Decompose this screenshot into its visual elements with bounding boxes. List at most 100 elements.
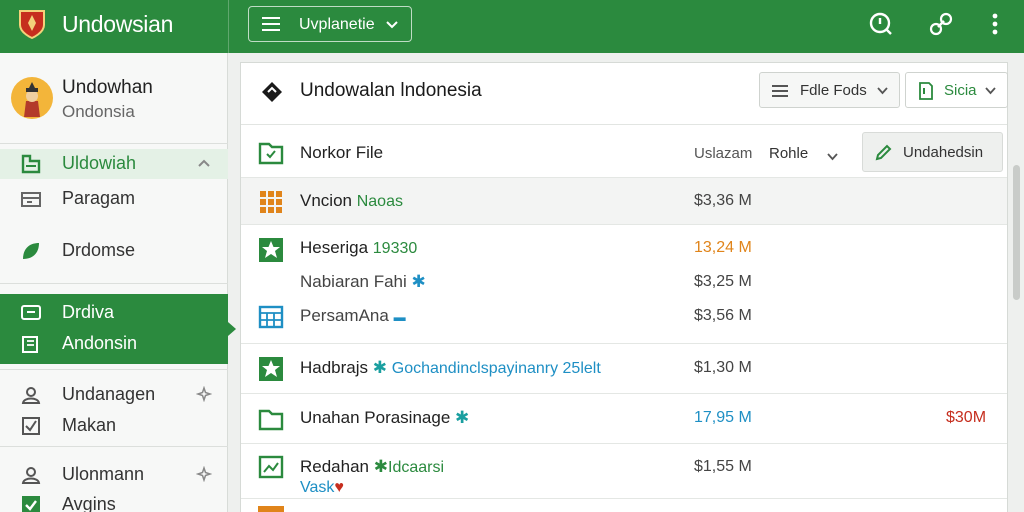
topbar-divider — [228, 0, 229, 53]
search-icon[interactable] — [868, 11, 894, 37]
sidebar-item-drdiva[interactable]: Drdiva — [0, 298, 228, 328]
more-options-icon[interactable] — [982, 11, 1008, 37]
panel-title: Undowalan lndonesia — [300, 80, 482, 101]
sidebar-divider — [0, 283, 228, 284]
sicia-label: Sicia — [944, 82, 977, 99]
chevron-down-icon — [877, 87, 888, 95]
row-size: $1,55 M — [694, 458, 752, 475]
panel-header: Undowalan lndonesia Fdle Fods Sicia — [241, 63, 1008, 125]
row-tag: Idcaarsi — [388, 459, 445, 476]
row-tag: 19330 — [372, 240, 418, 257]
top-bar: Undowsian Uvplanetie — [0, 0, 1024, 53]
sidebar-item-label: Drdiva — [62, 302, 115, 322]
chevron-right-icon — [198, 159, 210, 167]
view-dropdown[interactable]: Uvplanetie — [248, 6, 412, 42]
row-name-text: Hadbrajs — [300, 358, 369, 377]
app-name: Undowsian — [62, 11, 174, 37]
row-size: $3,56 M — [694, 307, 752, 324]
row-subtext: Vask♥ — [300, 479, 344, 497]
sidebar-item-label: Andonsin — [62, 333, 138, 353]
row-extra-value: $30M — [946, 409, 987, 426]
pin-icon[interactable] — [196, 386, 212, 402]
folder-icon — [258, 142, 284, 165]
table-row[interactable]: Hadbrajs ✱ Gochandinclspayinanry 25lelt … — [241, 344, 1007, 394]
table-row[interactable]: Vncion Naoas $3,36 M — [241, 178, 1007, 225]
profile-name: Undowhan — [62, 77, 153, 98]
sidebar-item-undanagen[interactable]: Undanagen — [0, 380, 228, 410]
main-panel: Undowalan lndonesia Fdle Fods Sicia Nork… — [240, 62, 1008, 512]
sidebar-item-andonsin[interactable]: Andonsin — [0, 329, 228, 359]
row-name-text: Redahan — [300, 457, 370, 476]
sidebar-divider — [0, 143, 228, 144]
table-header-row: Norkor File Uslazam Rohle Undahedsin — [241, 125, 1007, 178]
sicia-button[interactable]: Sicia — [905, 72, 1008, 108]
heart-icon: ♥ — [334, 479, 344, 496]
profile-subtitle: Ondonsia — [62, 102, 135, 121]
row-name: Unahan Porasinage ✱ — [300, 408, 469, 428]
sidebar: Undowhan Ondonsia Uldowiah Paragam Drdom… — [0, 53, 236, 512]
row-name: Redahan ✱Idcaarsi — [300, 457, 444, 477]
undahedsin-label: Undahedsin — [903, 144, 984, 161]
row-name[interactable]: Heseriga 19330 — [300, 238, 417, 258]
table-row[interactable]: Unahan Porasinage ✱ 17,95 M $30M — [241, 394, 1007, 444]
sidebar-item-label: Avgins — [62, 494, 116, 512]
sidebar-item-paragam[interactable]: Paragam — [0, 184, 228, 214]
file-fods-button[interactable]: Fdle Fods — [759, 72, 900, 108]
profile-card[interactable]: Undowhan Ondonsia — [0, 53, 228, 143]
menu-icon — [262, 17, 280, 31]
checkbox-icon — [22, 417, 40, 435]
row-size: $1,30 M — [694, 359, 752, 376]
chevron-down-icon[interactable] — [826, 150, 839, 163]
link-icon[interactable] — [928, 11, 954, 37]
chevron-down-icon — [386, 21, 398, 29]
row-size: $3,36 M — [694, 192, 752, 209]
chevron-down-icon — [985, 87, 996, 95]
header-name: Norkor File — [300, 143, 384, 162]
sidebar-item-label: Uldowiah — [62, 153, 137, 173]
sidebar-item-makan[interactable]: Makan — [0, 411, 228, 441]
crest-logo-icon — [19, 10, 45, 39]
avatar-figure-icon — [24, 82, 40, 117]
table-row-group: Heseriga 19330 13,24 M Nabiaran Fahi ✱ $… — [241, 225, 1007, 344]
row-name-text: PersamAna — [300, 306, 389, 325]
card-icon — [21, 305, 41, 320]
sidebar-item-avgins[interactable]: Avgins — [0, 490, 228, 512]
row-name[interactable]: Nabiaran Fahi ✱ — [300, 272, 426, 292]
gear-icon: ✱ — [455, 408, 470, 427]
pin-icon[interactable] — [196, 466, 212, 482]
grid-icon — [260, 191, 282, 213]
folder-outline-icon — [258, 409, 284, 431]
row-name[interactable]: PersamAna ▬ — [300, 306, 406, 326]
undahedsin-button[interactable]: Undahedsin — [862, 132, 1003, 172]
row-tag: Gochandinclspayinanry 25lelt — [391, 360, 601, 377]
row-sub-text: Vask — [300, 479, 335, 496]
scrollbar-thumb[interactable] — [1013, 165, 1020, 300]
row-name: Vncion Naoas — [300, 191, 403, 211]
table-row[interactable]: Redahan ✱Idcaarsi Vask♥ $1,55 M — [241, 444, 1007, 499]
row-name: Hadbrajs ✱ Gochandinclspayinanry 25lelt — [300, 358, 601, 378]
row-tag: Naoas — [356, 193, 403, 210]
view-dropdown-label: Uvplanetie — [299, 16, 375, 33]
avatar — [11, 77, 53, 119]
row-size: $3,25 M — [694, 273, 752, 290]
gear-icon: ✱ — [372, 358, 388, 377]
sidebar-item-label: Makan — [62, 415, 117, 435]
sidebar-item-label: Paragam — [62, 188, 136, 208]
file-fods-label: Fdle Fods — [800, 82, 867, 99]
header-col-a: Uslazam — [694, 145, 753, 162]
sidebar-item-drdomse[interactable]: Drdomse — [0, 236, 228, 266]
image-icon — [258, 455, 284, 479]
list-icon — [772, 85, 788, 97]
star-icon — [259, 238, 283, 262]
header-col-b[interactable]: Rohle — [769, 145, 808, 162]
sidebar-item-uldowiah[interactable]: Uldowiah — [0, 149, 228, 179]
user-icon — [21, 387, 41, 404]
sidebar-item-ulonmann[interactable]: Ulonmann — [0, 460, 228, 490]
row-size: 17,95 M — [694, 409, 752, 426]
row-name-text: Unahan Porasinage — [300, 408, 451, 427]
user-icon — [21, 467, 41, 484]
row-name-text: Heseriga — [300, 238, 369, 257]
table-icon — [258, 305, 284, 329]
sidebar-divider — [0, 369, 228, 370]
row-name-text: Nabiaran Fahi — [300, 272, 407, 291]
